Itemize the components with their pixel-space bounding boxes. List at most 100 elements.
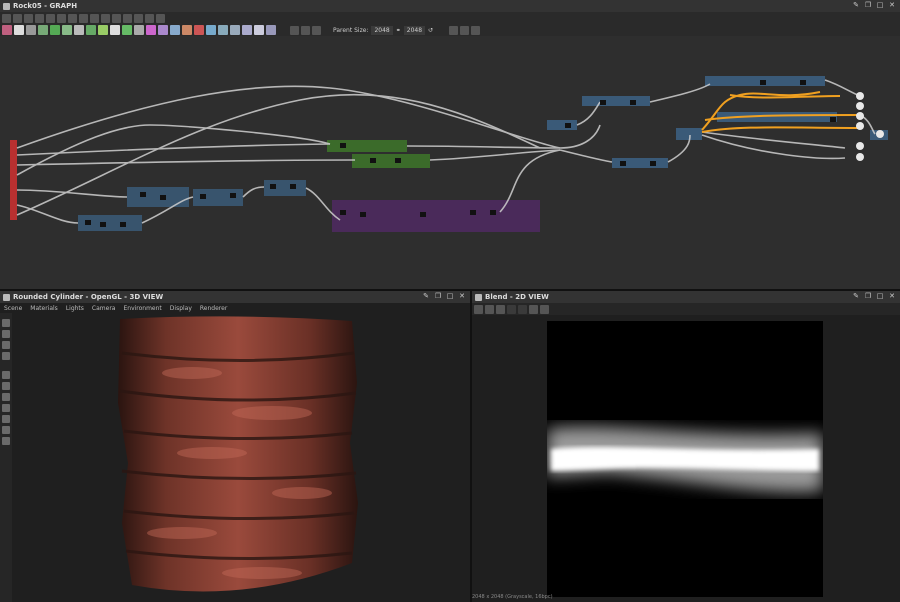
menu-camera[interactable]: Camera — [92, 305, 116, 312]
node-icon-9[interactable] — [98, 25, 108, 35]
node-icon-4[interactable] — [38, 25, 48, 35]
close-icon[interactable]: ✕ — [888, 1, 896, 9]
restore-icon[interactable]: ❐ — [434, 292, 442, 300]
info-icon[interactable] — [529, 304, 538, 314]
node-icon-7[interactable] — [74, 25, 84, 35]
tangent-icon[interactable] — [2, 426, 10, 434]
image-status: 2048 x 2048 (Grayscale, 16bpc) — [472, 594, 553, 600]
copy-icon[interactable] — [496, 304, 505, 314]
maximize-icon[interactable]: □ — [446, 292, 454, 300]
panel-divider-horizontal[interactable] — [0, 289, 900, 291]
camera-icon[interactable] — [2, 319, 10, 327]
menu-environment[interactable]: Environment — [123, 305, 161, 312]
search-icon[interactable] — [46, 13, 55, 23]
node-icon-10[interactable] — [110, 25, 120, 35]
axis-icon[interactable] — [2, 382, 10, 390]
graph-canvas[interactable] — [0, 36, 900, 290]
node-icon-23[interactable] — [266, 25, 276, 35]
snap-icon[interactable] — [145, 13, 154, 23]
node-icon-2[interactable] — [14, 25, 24, 35]
parent-size-label: Parent Size: — [333, 26, 369, 34]
node-icon-15[interactable] — [170, 25, 180, 35]
pin-node-icon[interactable] — [312, 25, 321, 35]
pin-icon[interactable]: ✎ — [422, 292, 430, 300]
output-size-dropdown[interactable]: 2048 — [403, 25, 426, 35]
select-icon[interactable] — [2, 13, 11, 23]
image-icon — [475, 293, 482, 301]
view3d-side-toolbar — [0, 313, 12, 602]
view3d-title: Rounded Cylinder - OpenGL - 3D VIEW — [13, 293, 164, 301]
cylinder-render[interactable] — [12, 313, 470, 602]
refresh-icon[interactable] — [112, 13, 121, 23]
frame-green — [327, 140, 407, 152]
input-column — [10, 140, 17, 220]
panel-divider[interactable] — [470, 291, 472, 602]
menu-lights[interactable]: Lights — [66, 305, 84, 312]
frame-icon[interactable] — [35, 13, 44, 23]
reset-size-icon[interactable]: ↺ — [428, 27, 433, 34]
tile-icon[interactable] — [507, 304, 516, 314]
graph-titlebar: Rock05 - GRAPH — [0, 0, 900, 12]
save-icon[interactable] — [485, 304, 494, 314]
export-icon[interactable] — [474, 304, 483, 314]
view-icon-1[interactable] — [449, 25, 459, 35]
node-icon-22[interactable] — [254, 25, 264, 35]
node-icon-1[interactable] — [2, 25, 12, 35]
restore-icon[interactable]: ❐ — [864, 1, 872, 9]
restore-icon[interactable]: ❐ — [864, 292, 872, 300]
maximize-icon[interactable]: □ — [876, 1, 884, 9]
menu-display[interactable]: Display — [170, 305, 192, 312]
parent-size-dropdown[interactable]: 2048 — [371, 25, 393, 35]
node-icon-12[interactable] — [134, 25, 144, 35]
comment-add-icon[interactable] — [290, 25, 299, 35]
menu-scene[interactable]: Scene — [4, 305, 22, 312]
maximize-icon[interactable]: □ — [876, 292, 884, 300]
node-icon-8[interactable] — [86, 25, 96, 35]
comment-icon[interactable] — [156, 13, 165, 23]
node-icon-11[interactable] — [122, 25, 132, 35]
node-icon-14[interactable] — [158, 25, 168, 35]
link-size-icon[interactable]: ⚭ — [396, 27, 401, 34]
split-icon[interactable] — [101, 13, 110, 23]
link-icon[interactable] — [57, 13, 66, 23]
view-icon-3[interactable] — [471, 25, 481, 35]
frame-add-icon[interactable] — [301, 25, 310, 35]
view-icon-2[interactable] — [460, 25, 470, 35]
node-icon-13[interactable] — [146, 25, 156, 35]
connect-icon[interactable] — [90, 13, 99, 23]
cube-view-icon[interactable] — [2, 371, 10, 379]
pin-icon[interactable]: ✎ — [852, 1, 860, 9]
plane-icon[interactable] — [2, 415, 10, 423]
close-icon[interactable]: ✕ — [458, 292, 466, 300]
node-icon-17[interactable] — [194, 25, 204, 35]
channel-icon[interactable] — [518, 304, 527, 314]
display-icon[interactable] — [2, 352, 10, 360]
frame-green-2 — [352, 154, 430, 168]
node-icon-19[interactable] — [218, 25, 228, 35]
view3d-menubar: Scene Materials Lights Camera Environmen… — [0, 303, 470, 313]
stats-icon[interactable] — [2, 437, 10, 445]
node-icon-18[interactable] — [206, 25, 216, 35]
histogram-icon[interactable] — [540, 304, 549, 314]
sphere-icon[interactable] — [2, 393, 10, 401]
menu-materials[interactable]: Materials — [30, 305, 58, 312]
node-icon-6[interactable] — [62, 25, 72, 35]
close-icon[interactable]: ✕ — [888, 292, 896, 300]
share-icon[interactable] — [123, 13, 132, 23]
node-icon-21[interactable] — [242, 25, 252, 35]
layout-icon[interactable] — [68, 13, 77, 23]
node-icon-20[interactable] — [230, 25, 240, 35]
environment-icon[interactable] — [2, 341, 10, 349]
pan-icon[interactable] — [13, 13, 22, 23]
menu-renderer[interactable]: Renderer — [200, 305, 227, 312]
node-icon-16[interactable] — [182, 25, 192, 35]
blend-preview[interactable] — [547, 321, 823, 597]
align-icon[interactable] — [79, 13, 88, 23]
grid-icon[interactable] — [134, 13, 143, 23]
mesh-icon[interactable] — [2, 404, 10, 412]
light-icon[interactable] — [2, 330, 10, 338]
node-icon-3[interactable] — [26, 25, 36, 35]
node-icon-5[interactable] — [50, 25, 60, 35]
pin-icon[interactable]: ✎ — [852, 292, 860, 300]
camera-icon[interactable] — [24, 13, 33, 23]
